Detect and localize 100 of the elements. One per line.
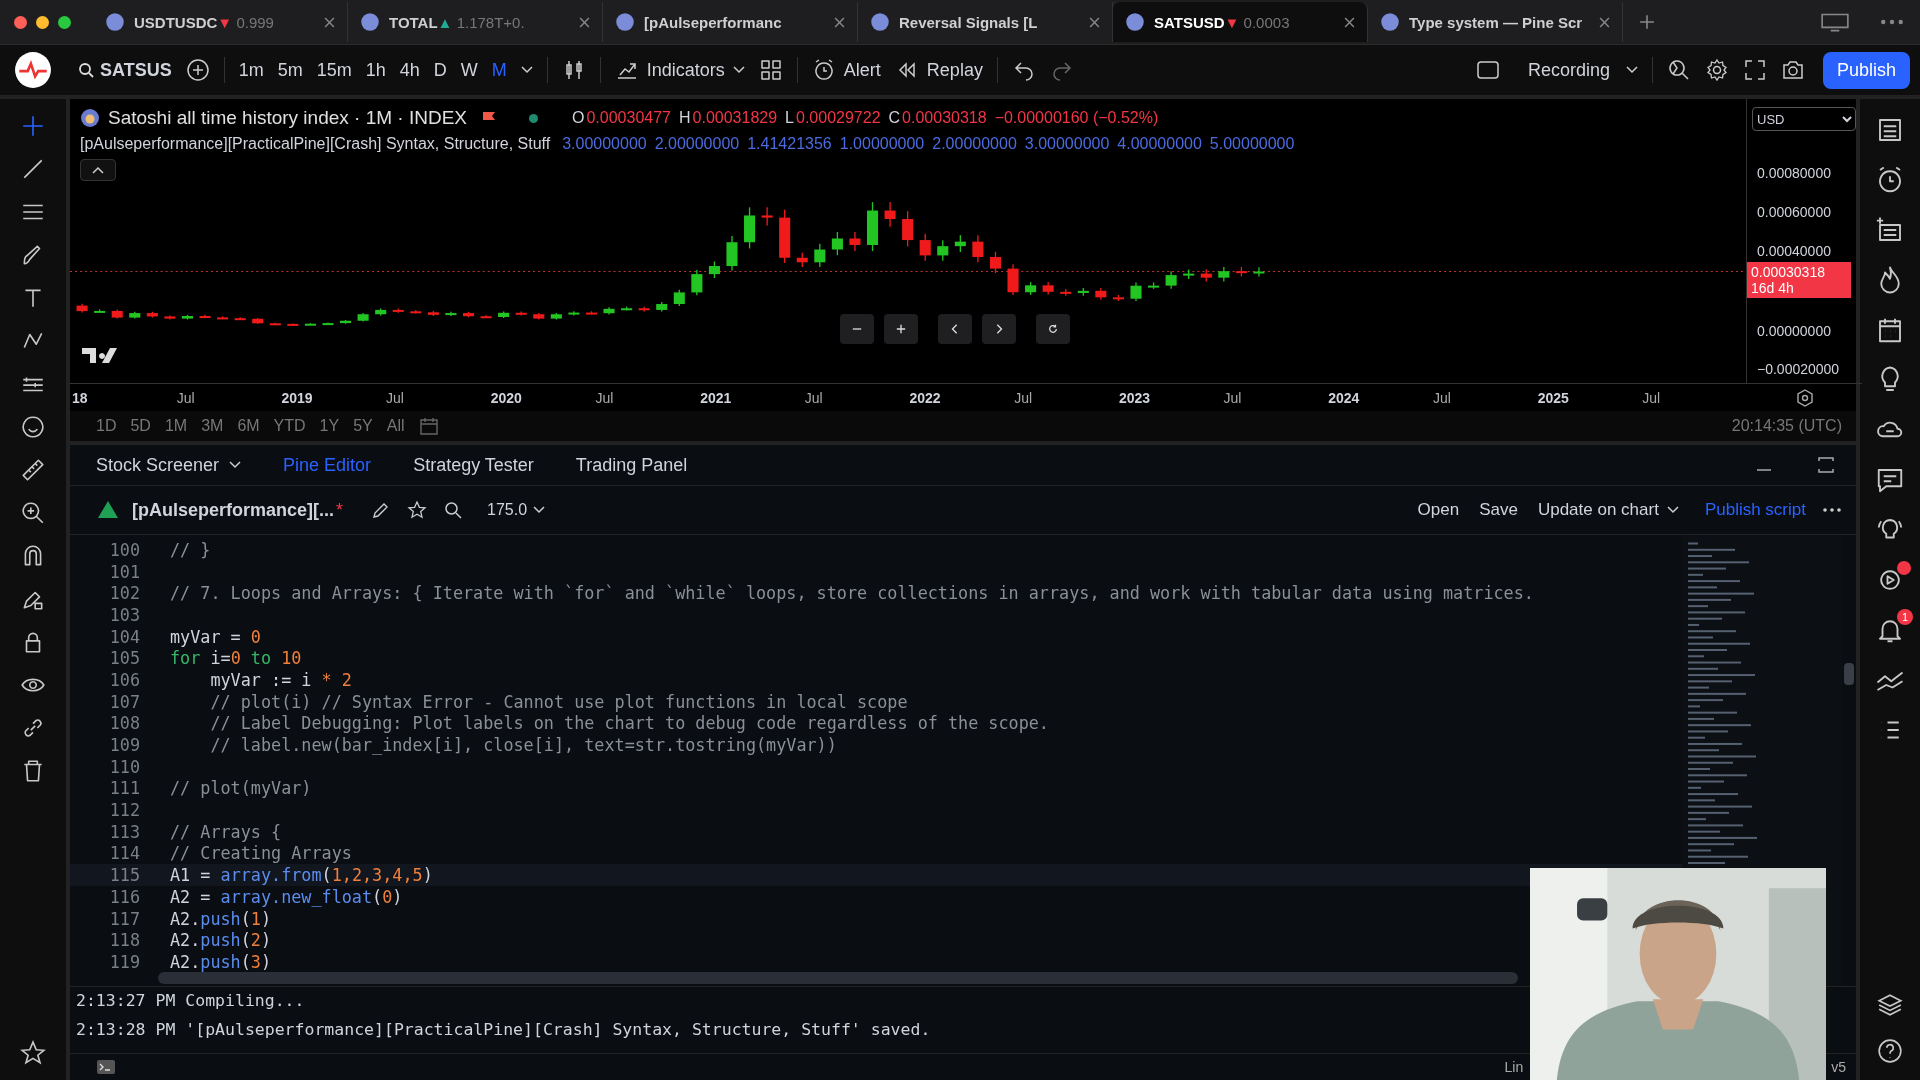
script-name[interactable]: [pAulseperformance][... — [132, 499, 335, 521]
interval-button[interactable]: D — [433, 59, 447, 81]
settings-icon[interactable] — [1704, 58, 1729, 82]
new-tab-icon[interactable] — [1639, 14, 1655, 30]
close-icon[interactable] — [1089, 16, 1100, 28]
publish-button[interactable]: Publish — [1822, 51, 1910, 89]
collapse-button[interactable] — [80, 159, 116, 181]
range-button[interactable]: 1Y — [319, 417, 340, 435]
interval-button[interactable]: 15m — [316, 59, 352, 81]
publish-script-link[interactable]: Publish script — [1704, 500, 1806, 520]
close-icon[interactable] — [324, 16, 335, 28]
version-dropdown[interactable]: 175.0 — [487, 501, 546, 519]
reset-button[interactable] — [1036, 314, 1070, 344]
alert-button[interactable]: Alert — [811, 58, 881, 82]
monitor-icon[interactable] — [1820, 12, 1850, 32]
add-symbol-icon[interactable] — [185, 58, 210, 82]
star-icon[interactable] — [20, 1040, 46, 1066]
crosshair-icon[interactable] — [20, 113, 46, 139]
interval-button[interactable]: M — [491, 59, 507, 81]
help-icon[interactable] — [1877, 1038, 1903, 1064]
editor-action[interactable]: Save — [1479, 500, 1518, 520]
browser-tab[interactable]: Type system — Pine Scr — [1368, 2, 1623, 42]
replay-button[interactable]: Replay — [894, 58, 983, 82]
range-button[interactable]: 1D — [96, 417, 117, 435]
code-line: A2.push(2) — [170, 930, 272, 951]
close-icon[interactable] — [1599, 16, 1610, 28]
close-icon[interactable] — [579, 16, 590, 28]
interval-button[interactable]: 1h — [365, 59, 386, 81]
zoom-icon[interactable] — [20, 500, 46, 526]
line-number: 114 — [108, 843, 140, 864]
layers-icon[interactable] — [1877, 992, 1903, 1018]
market-status-icon — [529, 113, 538, 123]
interval-button[interactable]: 4h — [399, 59, 420, 81]
code-line: // } — [170, 539, 211, 560]
currency-select[interactable]: USD — [1752, 107, 1856, 131]
range-button[interactable]: YTD — [273, 417, 306, 435]
avatar-icon[interactable] — [14, 51, 52, 89]
close-icon[interactable] — [1344, 16, 1355, 28]
indicators-button[interactable]: Indicators — [614, 58, 745, 82]
maximize-window-button[interactable] — [58, 15, 71, 29]
caret-icon — [1625, 65, 1638, 75]
panel-tab[interactable]: Trading Panel — [575, 454, 688, 476]
code-line: // Arrays { — [170, 821, 282, 842]
fullscreen-icon[interactable] — [1742, 58, 1767, 82]
browser-tab[interactable]: [pAulseperformanc — [603, 2, 858, 42]
terminal-icon[interactable] — [96, 1057, 116, 1077]
clock: 20:14:35 (UTC) — [1731, 417, 1842, 435]
panel-tab[interactable]: Strategy Tester — [413, 454, 534, 476]
close-window-button[interactable] — [14, 15, 27, 29]
indicator-value: 3.00000000 — [1024, 135, 1110, 153]
line-number: 104 — [108, 626, 140, 647]
editor-action[interactable]: Open — [1417, 500, 1460, 520]
code-line: for i=0 to 10 — [170, 648, 302, 669]
line-number: 111 — [108, 778, 140, 799]
zoom-in-button[interactable] — [884, 314, 918, 344]
site-logo-icon — [105, 12, 125, 32]
time-label: 18 — [72, 389, 89, 406]
indicator-value: 1.00000000 — [839, 135, 925, 153]
smiley-icon[interactable] — [20, 414, 46, 440]
pine-version: v5 — [1831, 1059, 1846, 1075]
range-button[interactable]: 3M — [201, 417, 224, 435]
range-button[interactable]: 5Y — [353, 417, 373, 435]
range-button[interactable]: All — [386, 417, 405, 435]
interval-button[interactable]: 1m — [238, 59, 264, 81]
search-icon[interactable] — [443, 500, 464, 520]
line-number: 110 — [108, 756, 140, 777]
settings-icon[interactable] — [1794, 387, 1815, 408]
minimize-window-button[interactable] — [36, 15, 49, 29]
scrollbar[interactable] — [158, 972, 1518, 984]
interval-button[interactable]: W — [460, 59, 478, 81]
symbol-logo-icon — [80, 108, 100, 128]
range-button[interactable]: 6M — [237, 417, 260, 435]
code-line: myVar := i * 2 — [209, 669, 352, 690]
maximize-icon[interactable] — [1816, 455, 1836, 475]
indicator-value: 5.00000000 — [1209, 135, 1295, 153]
panel-tab[interactable]: Pine Editor — [283, 454, 372, 476]
range-button[interactable]: 1M — [164, 417, 188, 435]
editor-action[interactable]: Update on chart — [1537, 500, 1679, 520]
line-number: 117 — [108, 908, 140, 929]
line-number: 102 — [108, 583, 140, 604]
quick-search-icon[interactable] — [1666, 58, 1691, 82]
symbol-search[interactable]: SATSUS — [78, 59, 172, 81]
browser-tab[interactable]: TOTAL▲ 1.178T+0. — [348, 2, 603, 42]
panel-tab[interactable]: Stock Screener — [96, 454, 242, 476]
interval-button[interactable]: 5m — [277, 59, 303, 81]
last-price: 0.00030318 — [1751, 264, 1826, 280]
reset-icon — [1047, 324, 1059, 334]
browser-tab[interactable]: USDTUSDC▼ 0.999 — [93, 2, 348, 42]
camera-icon[interactable] — [1780, 58, 1805, 82]
range-button[interactable]: 5D — [130, 417, 151, 435]
star-icon[interactable] — [407, 500, 428, 520]
scrollbar-thumb[interactable] — [1844, 663, 1854, 685]
browser-tab[interactable]: Reversal Signals [L — [858, 2, 1113, 42]
ruler-icon[interactable] — [20, 457, 46, 483]
caret-icon[interactable] — [520, 65, 533, 75]
caret-icon — [732, 65, 745, 75]
layout-grid-icon[interactable] — [758, 58, 783, 82]
close-icon[interactable] — [834, 16, 845, 28]
browser-tab[interactable]: SATSUSD▼ 0.0003 — [1113, 2, 1368, 42]
recording-button[interactable]: Recording — [1475, 58, 1638, 82]
